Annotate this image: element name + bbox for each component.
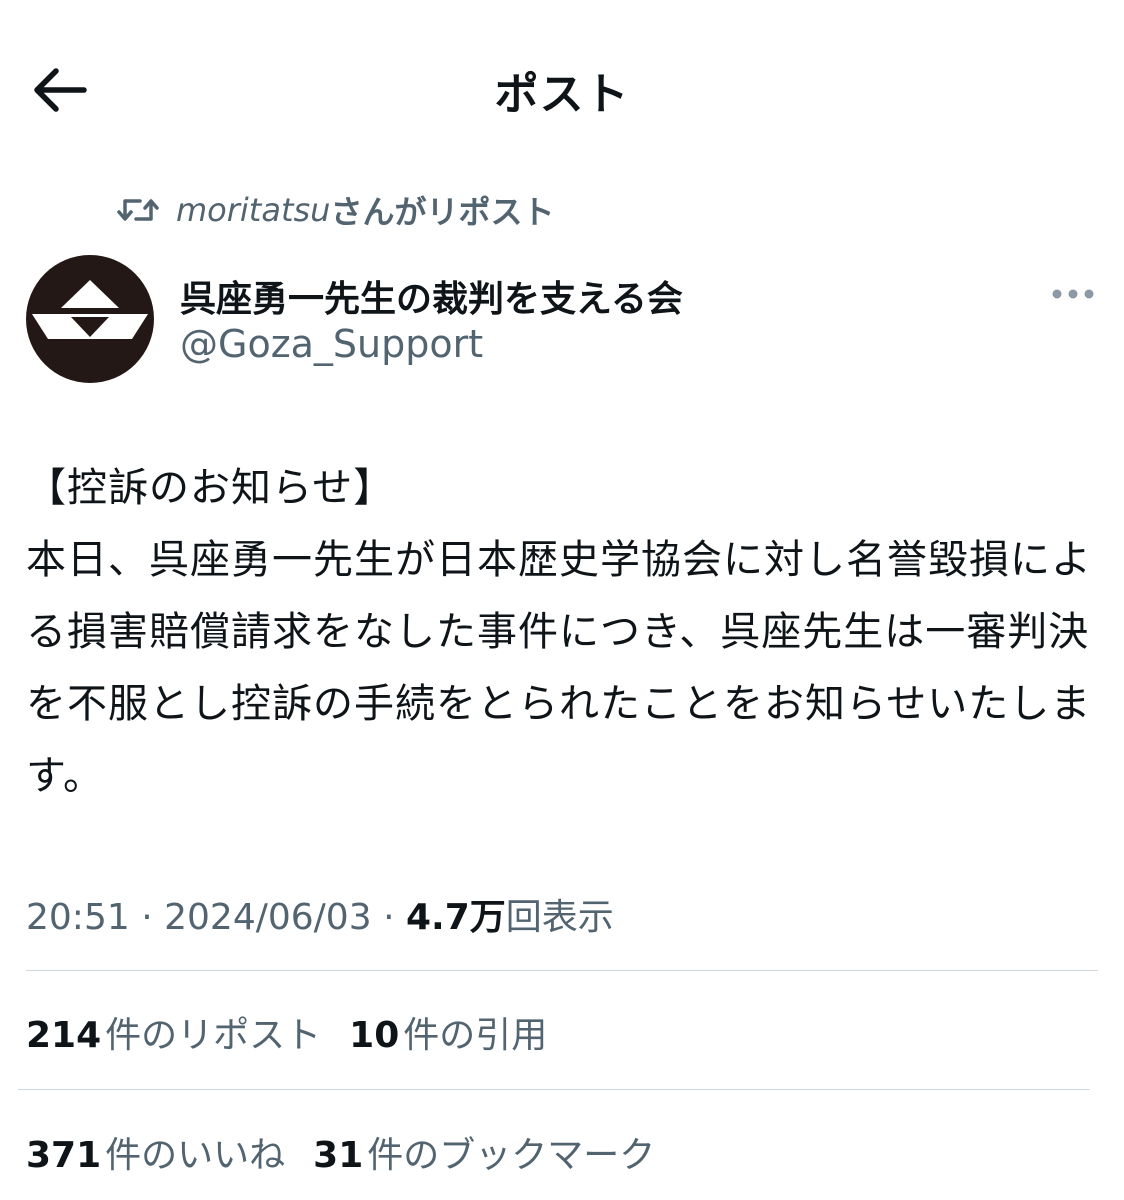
divider <box>18 1089 1090 1090</box>
likes-stat[interactable]: 371 件のいいね <box>26 1126 285 1178</box>
reposts-label: 件のリポスト <box>105 1015 322 1056</box>
author-handle[interactable]: @Goza_Support <box>180 322 483 366</box>
bookmarks-count: 31 <box>313 1135 364 1176</box>
repost-user-name[interactable]: moritatsu <box>176 191 330 229</box>
likes-label: 件のいいね <box>105 1135 286 1176</box>
divider <box>26 970 1098 971</box>
repost-suffix: さんがリポスト <box>330 193 555 231</box>
reposts-count: 214 <box>26 1015 102 1056</box>
bookmarks-label: 件のブックマーク <box>367 1135 656 1176</box>
views-label: 回表示 <box>505 897 614 938</box>
post-date[interactable]: 2024/06/03 <box>164 897 372 938</box>
page-title: ポスト <box>494 69 630 120</box>
post-time[interactable]: 20:51 <box>26 897 130 938</box>
avatar[interactable] <box>26 255 154 383</box>
meta-separator: · <box>383 897 395 938</box>
top-bar: ポスト <box>0 0 1124 175</box>
more-options-button[interactable] <box>1048 282 1098 306</box>
more-horizontal-icon <box>1052 289 1094 299</box>
quotes-count: 10 <box>349 1015 400 1056</box>
quotes-stat[interactable]: 10 件の引用 <box>349 1006 547 1058</box>
post-text: 【控訴のお知らせ】 本日、呉座勇一先生が日本歴史学協会に対し名誉毀損による損害賠… <box>26 465 1092 799</box>
reposts-stat[interactable]: 214 件のリポスト <box>26 1006 321 1058</box>
post-metadata: 20:51 · 2024/06/03 · 4.7万回表示 <box>26 888 614 940</box>
stats-row-reposts-quotes: 214 件のリポスト 10 件の引用 <box>26 1006 575 1058</box>
stats-row-likes-bookmarks: 371 件のいいね 31 件のブックマーク <box>26 1126 683 1178</box>
repost-icon <box>117 199 159 221</box>
triangle-logo-avatar <box>32 280 148 339</box>
meta-separator: · <box>141 897 153 938</box>
views-count: 4.7万 <box>405 897 506 938</box>
bookmarks-stat[interactable]: 31 件のブックマーク <box>313 1126 655 1178</box>
quotes-label: 件の引用 <box>403 1015 548 1056</box>
author-display-name[interactable]: 呉座勇一先生の裁判を支える会 <box>180 270 683 322</box>
likes-count: 371 <box>26 1135 102 1176</box>
repost-context[interactable]: moritatsu さんがリポスト <box>116 188 554 232</box>
